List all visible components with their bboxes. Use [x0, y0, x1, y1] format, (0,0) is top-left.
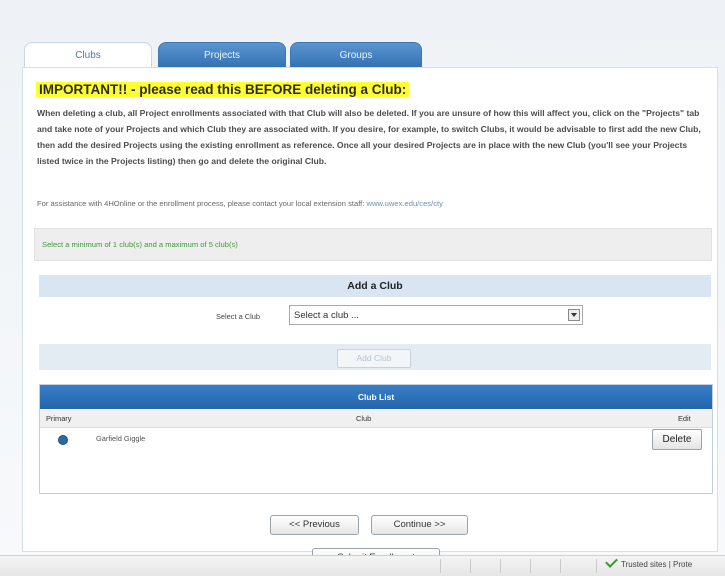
check-icon — [605, 555, 618, 568]
column-club: Club — [356, 414, 372, 423]
add-club-button[interactable]: Add Club — [337, 349, 411, 368]
column-edit: Edit — [678, 414, 691, 423]
select-club-label: Select a Club — [216, 312, 260, 321]
primary-radio[interactable] — [58, 435, 68, 445]
club-limit-notice: Select a minimum of 1 club(s) and a maxi… — [34, 228, 712, 261]
enrollment-panel: Clubs Projects Groups IMPORTANT!! - plea… — [22, 42, 718, 569]
select-club-row: Select a Club Select a club ... — [39, 305, 711, 329]
security-zone-label: Trusted sites | Prote — [621, 560, 693, 569]
tab-content: IMPORTANT!! - please read this BEFORE de… — [22, 67, 718, 569]
add-club-header: Add a Club — [39, 275, 711, 297]
dropdown-arrow-icon[interactable] — [568, 309, 580, 321]
status-divider — [440, 559, 441, 573]
club-list-columns: Primary Club Edit — [40, 410, 712, 428]
club-select-value: Select a club ... — [294, 310, 359, 321]
tab-groups[interactable]: Groups — [290, 42, 422, 69]
club-name: Garfield Giggle — [96, 434, 146, 443]
column-primary: Primary — [46, 414, 72, 423]
status-divider — [596, 559, 597, 573]
previous-button[interactable]: << Previous — [270, 515, 359, 535]
extension-link[interactable]: www.uwex.edu/ces/cty — [367, 199, 443, 208]
table-row: Garfield Giggle Delete — [40, 428, 712, 453]
browser-status-bar: Trusted sites | Prote — [0, 555, 725, 576]
status-divider — [530, 559, 531, 573]
club-limit-text: Select a minimum of 1 club(s) and a maxi… — [42, 240, 238, 249]
add-club-row: Add Club — [39, 344, 711, 370]
club-list-table: Club List Primary Club Edit Garfield Gig… — [39, 384, 713, 494]
status-divider — [500, 559, 501, 573]
security-zone: Trusted sites | Prote — [605, 555, 693, 569]
warning-text: When deleting a club, all Project enroll… — [37, 108, 701, 166]
tab-clubs[interactable]: Clubs — [24, 42, 152, 69]
tab-projects[interactable]: Projects — [158, 42, 286, 69]
assistance-text: For assistance with 4HOnline or the enro… — [37, 199, 365, 208]
delete-button[interactable]: Delete — [652, 429, 702, 450]
status-divider — [470, 559, 471, 573]
continue-button[interactable]: Continue >> — [371, 515, 468, 535]
status-divider — [560, 559, 561, 573]
assistance-note: For assistance with 4HOnline or the enro… — [37, 199, 443, 208]
warning-title: IMPORTANT!! - please read this BEFORE de… — [36, 82, 410, 97]
club-list-header: Club List — [40, 385, 712, 409]
club-select[interactable]: Select a club ... — [289, 305, 583, 325]
